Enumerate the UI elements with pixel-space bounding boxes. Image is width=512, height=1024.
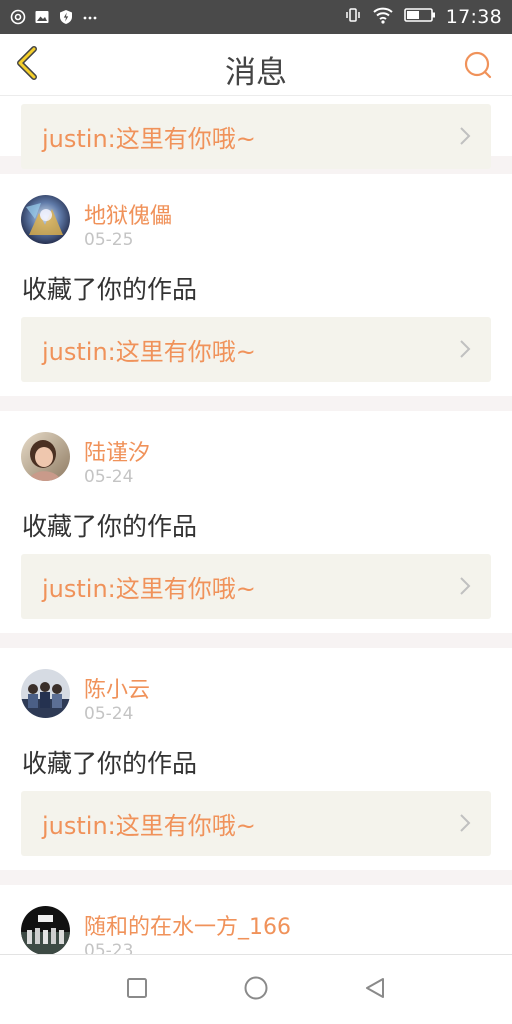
message-list[interactable]: justin:这里有你哦~ 地狱傀儡 05-25 收藏了你的作品 justin:… bbox=[0, 96, 512, 954]
recent-apps-icon bbox=[125, 976, 149, 1004]
more-dots-icon bbox=[82, 9, 98, 25]
chevron-right-icon bbox=[459, 126, 471, 146]
message-card: justin:这里有你哦~ bbox=[0, 96, 512, 169]
action-text: 收藏了你的作品 bbox=[22, 275, 198, 304]
image-icon bbox=[34, 9, 50, 25]
shield-bolt-icon bbox=[58, 9, 74, 25]
home-icon bbox=[243, 975, 269, 1005]
message-card: 陆谨汐 05-24 收藏了你的作品 justin:这里有你哦~ bbox=[0, 411, 512, 633]
wifi-icon bbox=[372, 6, 394, 28]
app-header: 消息 bbox=[0, 34, 512, 96]
user-name[interactable]: 随和的在水一方_166 bbox=[84, 909, 291, 941]
camera-circle-icon bbox=[10, 9, 26, 25]
system-nav-bar bbox=[0, 954, 512, 1024]
avatar[interactable] bbox=[21, 906, 70, 954]
action-text: 收藏了你的作品 bbox=[22, 512, 198, 541]
message-card: 陈小云 05-24 收藏了你的作品 justin:这里有你哦~ bbox=[0, 648, 512, 870]
search-icon bbox=[462, 51, 494, 85]
quote-box[interactable]: justin:这里有你哦~ bbox=[21, 554, 491, 619]
action-text: 收藏了你的作品 bbox=[22, 749, 198, 778]
quote-box[interactable]: justin:这里有你哦~ bbox=[21, 317, 491, 382]
user-name[interactable]: 陈小云 bbox=[84, 672, 150, 704]
message-date: 05-25 bbox=[84, 230, 134, 250]
message-card: 随和的在水一方_166 05-23 bbox=[0, 885, 512, 954]
avatar[interactable] bbox=[21, 669, 70, 718]
status-time: 17:38 bbox=[445, 6, 502, 28]
user-name[interactable]: 地狱傀儡 bbox=[84, 198, 172, 230]
message-card: 地狱傀儡 05-25 收藏了你的作品 justin:这里有你哦~ bbox=[0, 174, 512, 396]
user-name[interactable]: 陆谨汐 bbox=[84, 435, 150, 467]
battery-icon bbox=[403, 7, 436, 27]
quote-text: justin:这里有你哦~ bbox=[42, 125, 256, 153]
home-button[interactable] bbox=[243, 975, 269, 1005]
quote-box[interactable]: justin:这里有你哦~ bbox=[21, 791, 491, 856]
chevron-right-icon bbox=[459, 339, 471, 359]
vibrate-icon bbox=[344, 6, 362, 28]
recent-apps-button[interactable] bbox=[124, 977, 150, 1003]
avatar[interactable] bbox=[21, 432, 70, 481]
quote-text: justin:这里有你哦~ bbox=[42, 338, 256, 366]
chevron-right-icon bbox=[459, 576, 471, 596]
status-bar: 17:38 bbox=[0, 0, 512, 34]
avatar[interactable] bbox=[21, 195, 70, 244]
message-date: 05-24 bbox=[84, 704, 134, 724]
quote-box[interactable]: justin:这里有你哦~ bbox=[21, 104, 491, 169]
page-title: 消息 bbox=[225, 55, 287, 91]
back-icon bbox=[363, 976, 387, 1004]
app-screen: 17:38 消息 justin:这里有你哦~ 地狱傀儡 05-25 收藏了你的作… bbox=[0, 0, 512, 1024]
back-nav-button[interactable] bbox=[362, 977, 388, 1003]
message-date: 05-24 bbox=[84, 467, 134, 487]
chevron-right-icon bbox=[459, 813, 471, 833]
quote-text: justin:这里有你哦~ bbox=[42, 575, 256, 603]
quote-text: justin:这里有你哦~ bbox=[42, 812, 256, 840]
search-button[interactable] bbox=[462, 49, 494, 81]
message-date: 05-23 bbox=[84, 941, 134, 954]
